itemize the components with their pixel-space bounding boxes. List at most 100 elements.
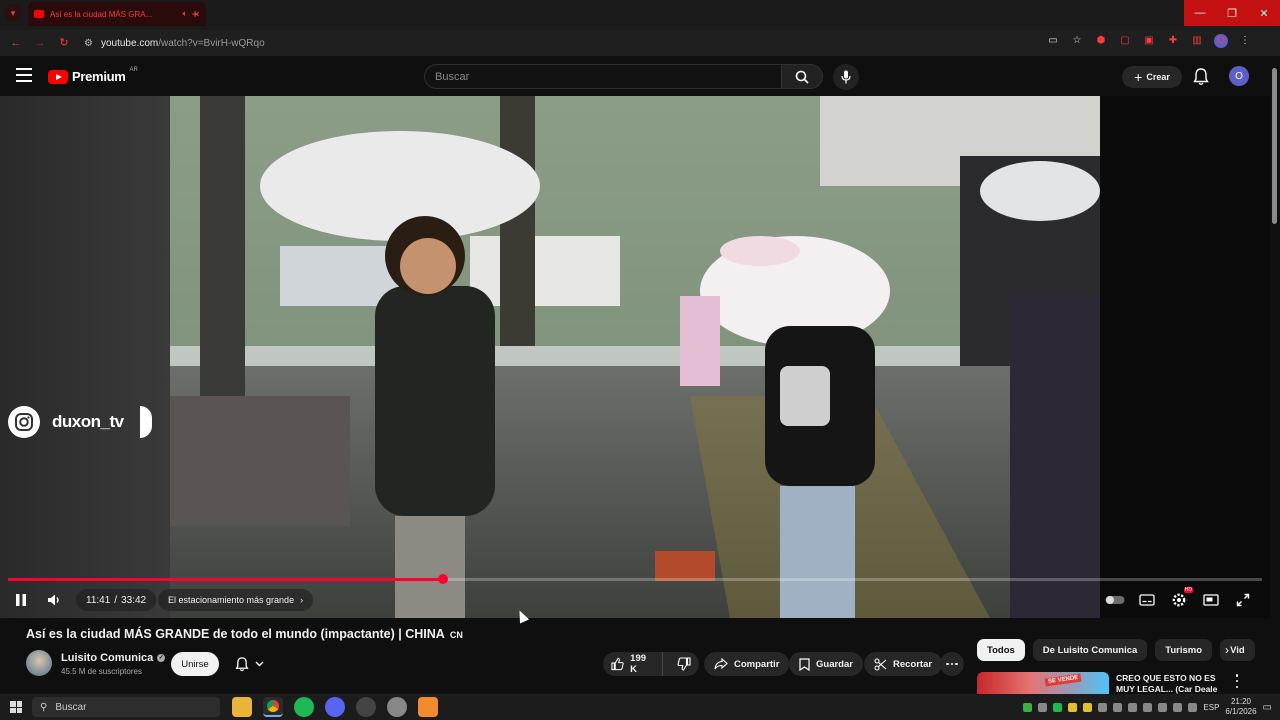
- search-button[interactable]: [781, 64, 823, 89]
- tray-app-icon[interactable]: [1038, 702, 1048, 712]
- tray-app-icon[interactable]: [1053, 702, 1063, 712]
- file-explorer-icon[interactable]: [232, 697, 252, 717]
- tray-app-icon[interactable]: [1113, 702, 1123, 712]
- taskbar-search[interactable]: ⚲ Buscar: [32, 697, 220, 717]
- discord-icon[interactable]: [325, 697, 345, 717]
- chevron-right-icon[interactable]: ›: [1218, 641, 1236, 659]
- scrollbar-thumb[interactable]: [1272, 68, 1277, 224]
- recommended-video-title[interactable]: CREO QUE ESTO NO ES MUY LEGAL... (Car De…: [1116, 673, 1226, 695]
- back-button[interactable]: ←: [8, 35, 24, 51]
- chrome-icon[interactable]: [263, 697, 283, 717]
- app-icon[interactable]: [356, 697, 376, 717]
- puzzle-icon[interactable]: ✚: [1166, 34, 1180, 48]
- profile-avatar[interactable]: O: [1214, 34, 1228, 48]
- youtube-premium-logo[interactable]: Premium AR: [48, 66, 138, 84]
- clock-time: 21:20: [1230, 697, 1251, 706]
- tray-app-icon[interactable]: [1023, 702, 1033, 712]
- taskbar-apps: [232, 697, 438, 717]
- miniplayer-button[interactable]: [1201, 590, 1221, 610]
- dislike-button[interactable]: [669, 652, 699, 676]
- tray-app-icon[interactable]: [1143, 702, 1153, 712]
- app-icon[interactable]: [387, 697, 407, 717]
- spotify-icon[interactable]: [294, 697, 314, 717]
- restore-button[interactable]: ❐: [1216, 0, 1248, 26]
- volume-button[interactable]: [44, 590, 64, 610]
- sidebar-icon[interactable]: ▥: [1190, 34, 1204, 48]
- like-button[interactable]: 199 K: [603, 652, 663, 676]
- extension-icon[interactable]: ▣: [1142, 34, 1156, 48]
- video-title: Así es la ciudad MÁS GRANDE de todo el m…: [26, 627, 463, 641]
- tray-app-icon[interactable]: [1128, 702, 1138, 712]
- network-icon[interactable]: [1173, 702, 1183, 712]
- search-input[interactable]: Buscar: [424, 64, 782, 89]
- forward-button[interactable]: →: [32, 35, 48, 51]
- video-frame[interactable]: [170, 96, 1100, 618]
- tab-audio-icon[interactable]: 🔈︎: [182, 9, 187, 19]
- join-button[interactable]: Unirse: [171, 652, 219, 676]
- url-field[interactable]: ⚙ youtube.com/watch?v=BvirH-wQRqo: [84, 33, 1084, 53]
- filter-chip[interactable]: Turismo: [1155, 639, 1213, 661]
- browser-tab[interactable]: Así es la ciudad MÁS GRA... 🔈︎ ✕: [28, 2, 206, 26]
- voice-search-button[interactable]: [833, 64, 859, 90]
- time-total: 33:42: [121, 594, 147, 606]
- browser-menu-kebab-icon[interactable]: ⋮: [1238, 34, 1252, 48]
- video-player[interactable]: duxon_tv 11:41 / 33:42 El estacionamient…: [0, 96, 1270, 618]
- channel-name[interactable]: Luisito Comunica: [61, 652, 153, 664]
- fullscreen-button[interactable]: [1233, 590, 1253, 610]
- microphone-icon: [841, 70, 851, 84]
- menu-icon[interactable]: [16, 68, 32, 82]
- recommended-more-icon[interactable]: [1232, 674, 1242, 688]
- site-info-icon[interactable]: ⚙: [84, 38, 93, 49]
- share-icon: [714, 658, 728, 670]
- extension-icon[interactable]: ▢: [1118, 34, 1132, 48]
- region-code: AR: [129, 66, 138, 73]
- channel-avatar[interactable]: [26, 650, 52, 676]
- cast-icon[interactable]: ▭: [1046, 34, 1060, 48]
- filter-chip[interactable]: Todos: [977, 639, 1025, 661]
- extension-icon[interactable]: ⬢: [1094, 34, 1108, 48]
- bookmark-star-icon[interactable]: ☆: [1070, 34, 1084, 48]
- save-button[interactable]: Guardar: [789, 652, 863, 676]
- plus-icon: +: [1134, 69, 1143, 85]
- tray-app-icon[interactable]: [1158, 702, 1168, 712]
- progress-bar[interactable]: [8, 574, 1262, 584]
- minimize-button[interactable]: —: [1184, 0, 1216, 26]
- browser-menu-icon[interactable]: ▾: [4, 4, 22, 22]
- progress-bar-played: [8, 578, 444, 581]
- clip-button[interactable]: Recortar: [864, 652, 943, 676]
- settings-button[interactable]: HD: [1169, 587, 1193, 610]
- notifications-bell-icon[interactable]: [1193, 68, 1209, 86]
- filter-chip[interactable]: De Luisito Comunica: [1032, 639, 1148, 661]
- volume-icon[interactable]: [1188, 702, 1198, 712]
- taskbar-search-label: Buscar: [55, 701, 87, 713]
- pause-button[interactable]: [11, 590, 31, 610]
- channel-name-row[interactable]: Luisito Comunica ✓: [61, 652, 166, 664]
- app-icon[interactable]: [418, 697, 438, 717]
- time-current: 11:41: [86, 594, 111, 606]
- notifications-icon[interactable]: ▭: [1263, 702, 1272, 713]
- youtube-play-icon: [48, 69, 68, 84]
- clock[interactable]: 21:20 6/1/2026: [1225, 697, 1256, 717]
- filter-chips: Todos De Luisito Comunica Turismo Vid: [977, 639, 1255, 661]
- url-host: youtube.com: [100, 37, 159, 49]
- create-button[interactable]: + Crear: [1122, 66, 1182, 88]
- subtitles-button[interactable]: [1137, 590, 1157, 610]
- new-tab-button[interactable]: +: [188, 7, 202, 21]
- language-indicator[interactable]: ESP: [1203, 703, 1219, 712]
- windows-start-icon[interactable]: [10, 701, 22, 713]
- close-window-button[interactable]: ✕: [1248, 0, 1280, 26]
- instagram-handle: duxon_tv: [52, 412, 124, 431]
- share-button[interactable]: Compartir: [704, 652, 790, 676]
- more-actions-button[interactable]: [940, 652, 964, 676]
- reload-button[interactable]: ↻: [56, 35, 72, 51]
- tray-app-icon[interactable]: [1083, 702, 1093, 712]
- subscription-bell-button[interactable]: [226, 652, 272, 676]
- save-label: Guardar: [816, 658, 853, 670]
- chapter-button[interactable]: El estacionamiento más grande ›: [158, 589, 314, 611]
- account-avatar[interactable]: O: [1229, 66, 1249, 86]
- autoplay-toggle[interactable]: [1105, 590, 1125, 610]
- subscriber-count: 45.5 M de suscriptores: [61, 667, 142, 676]
- page-scrollbar[interactable]: [1270, 56, 1280, 694]
- tray-app-icon[interactable]: [1068, 702, 1078, 712]
- tray-app-icon[interactable]: [1098, 702, 1108, 712]
